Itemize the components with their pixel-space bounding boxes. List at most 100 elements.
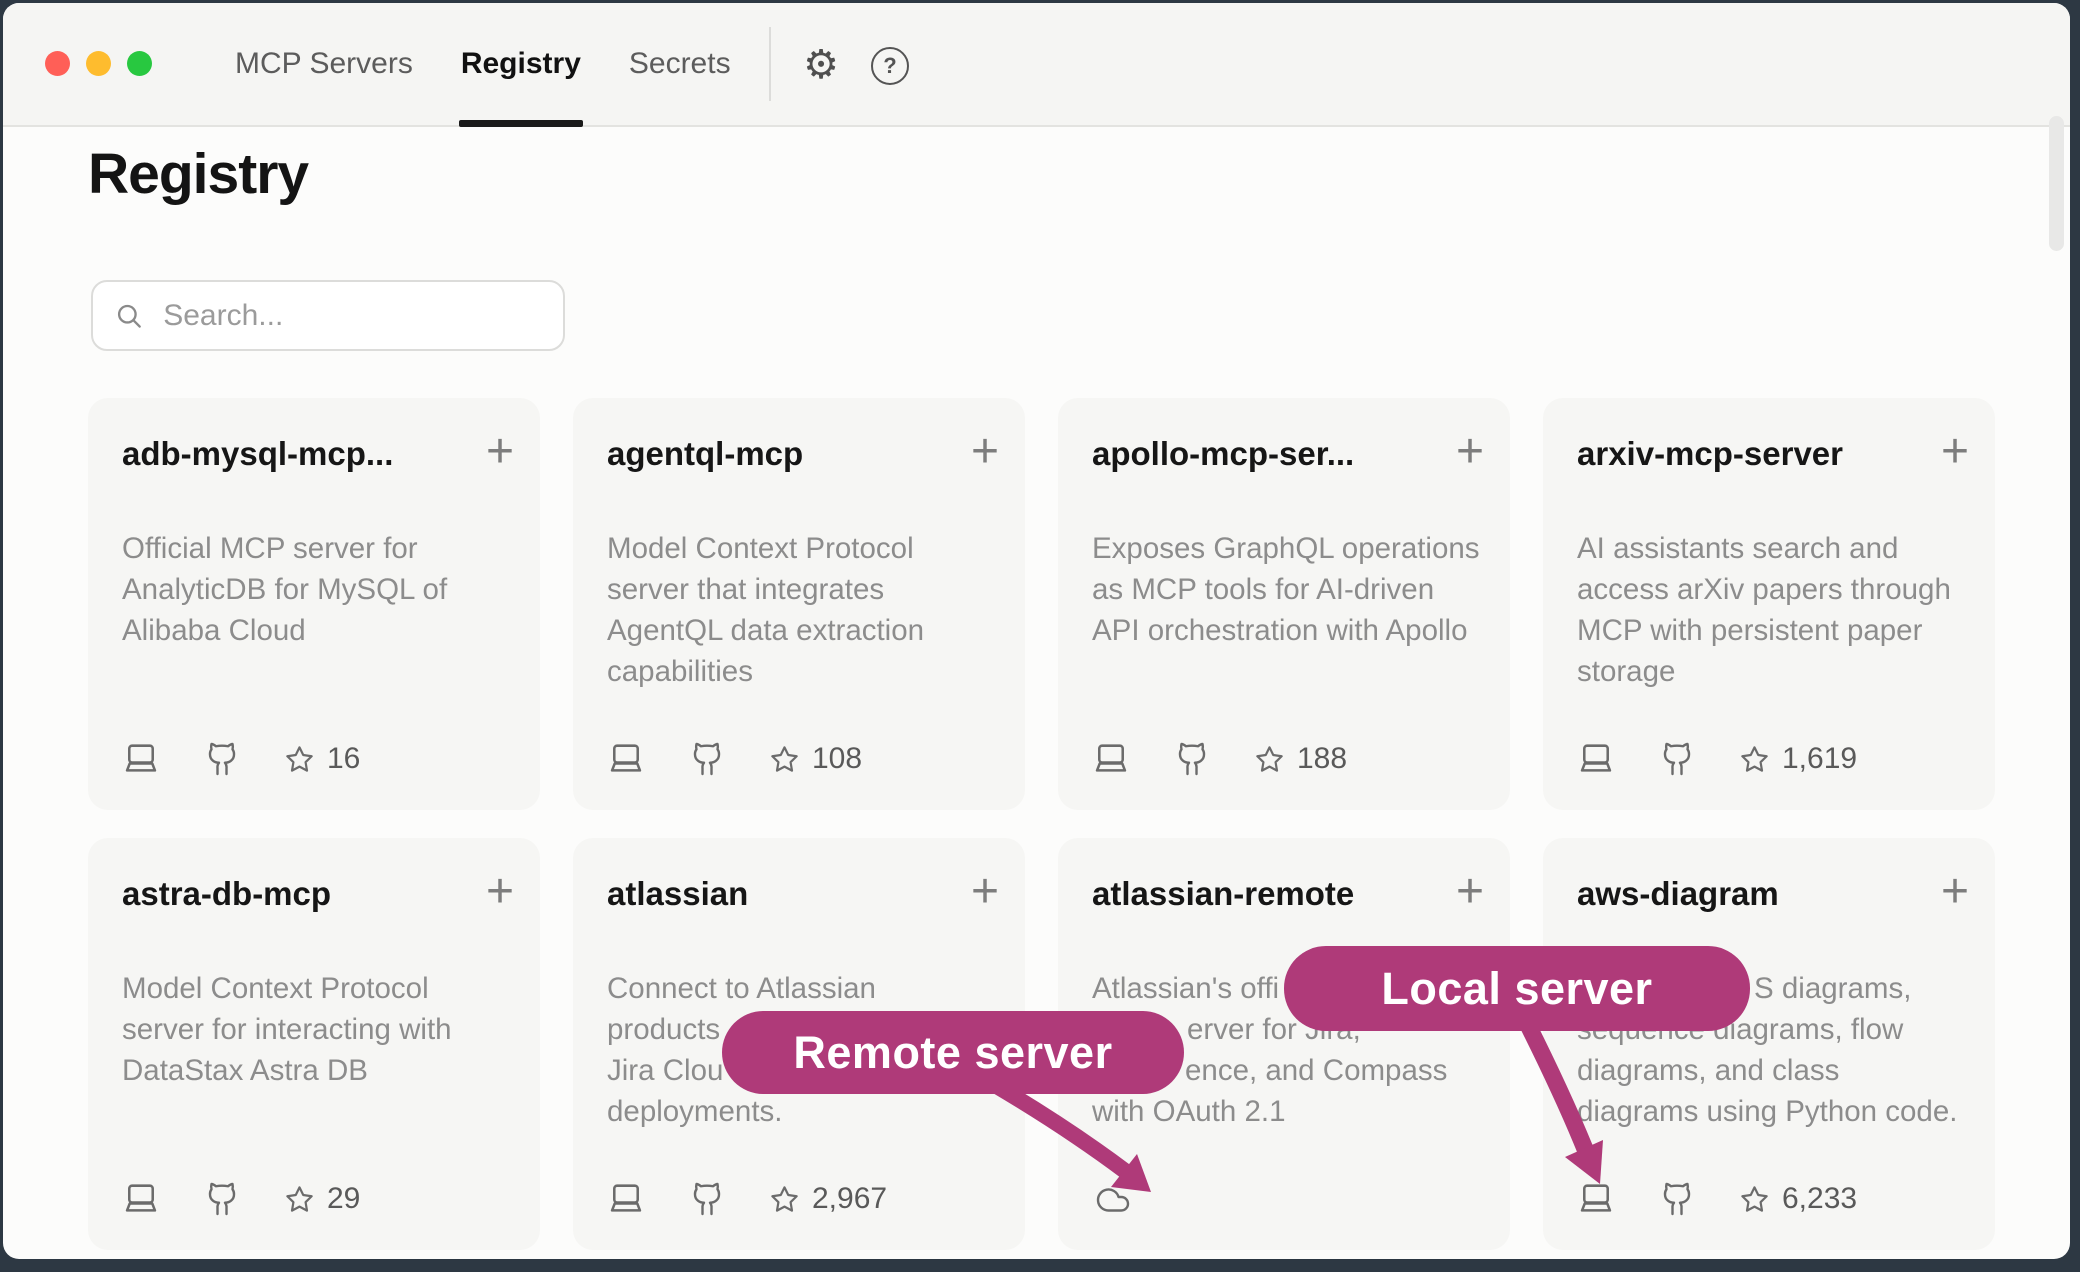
header-tabs: MCP Servers Registry Secrets	[235, 3, 731, 125]
page-title: Registry	[88, 141, 308, 207]
card-description: Official MCP server forAnalyticDB for My…	[122, 528, 520, 651]
card-description-line: MCP with persistent paper	[1577, 610, 1975, 651]
server-card[interactable]: astra-db-mcp + Model Context Protocolserve…	[88, 838, 540, 1250]
laptop-icon	[122, 1180, 160, 1218]
star-icon	[1254, 744, 1285, 775]
card-description: AI assistants search andaccess arXiv pap…	[1577, 528, 1975, 692]
scrollbar-thumb[interactable]	[2049, 116, 2064, 251]
server-card[interactable]: agentql-mcp + Model Context Protocolserver…	[573, 398, 1025, 810]
zoom-button[interactable]	[127, 51, 152, 76]
laptop-icon	[607, 740, 645, 778]
add-server-button[interactable]: +	[971, 434, 999, 470]
card-header: aws-diagram+	[1577, 874, 1969, 914]
add-server-button[interactable]: +	[1941, 434, 1969, 470]
add-server-button[interactable]: +	[1456, 874, 1484, 910]
laptop-icon	[607, 1180, 645, 1218]
card-description: Model Context Protocolserver that integr…	[607, 528, 1005, 692]
star-count: 2,967	[812, 1182, 887, 1216]
server-card[interactable]: aws-diagram+S diagrams,sequence diagrams…	[1543, 838, 1995, 1250]
card-title: arxiv-mcp-server	[1577, 434, 1843, 474]
card-footer: 2,967	[607, 1180, 887, 1218]
server-card[interactable]: adb-mysql-mcp... + Official MCP server for…	[88, 398, 540, 810]
github-icon[interactable]	[204, 741, 240, 777]
add-server-button[interactable]: +	[971, 874, 999, 910]
star-count-group: 2,967	[769, 1182, 887, 1216]
card-description-line: storage	[1577, 651, 1975, 692]
github-icon[interactable]	[689, 1181, 725, 1217]
card-description-line: Connect to Atlassian	[607, 968, 1005, 1009]
card-description-line: deployments.	[607, 1091, 1005, 1132]
card-title: agentql-mcp	[607, 434, 803, 474]
card-title: apollo-mcp-ser...	[1092, 434, 1354, 474]
github-icon[interactable]	[1174, 741, 1210, 777]
card-description-line: diagrams, and class	[1577, 1050, 1975, 1091]
laptop-icon	[1577, 740, 1615, 778]
card-title: adb-mysql-mcp...	[122, 434, 393, 474]
help-icon[interactable]: ?	[871, 47, 909, 85]
card-description-line: as MCP tools for AI-driven	[1092, 569, 1490, 610]
card-description-line: with OAuth 2.1	[1092, 1091, 1490, 1132]
card-title: astra-db-mcp	[122, 874, 331, 914]
star-count-group: 1,619	[1739, 742, 1857, 776]
card-description-line: Exposes GraphQL operations	[1092, 528, 1490, 569]
card-description-line: Model Context Protocol	[607, 528, 1005, 569]
minimize-button[interactable]	[86, 51, 111, 76]
card-footer	[1092, 1182, 1134, 1218]
card-description-line: Model Context Protocol	[122, 968, 520, 1009]
card-description: Model Context Protocolserver for interac…	[122, 968, 520, 1091]
card-title: atlassian	[607, 874, 748, 914]
card-description-line: capabilities	[607, 651, 1005, 692]
add-server-button[interactable]: +	[1456, 434, 1484, 470]
github-icon[interactable]	[204, 1181, 240, 1217]
card-description-line: AI assistants search and	[1577, 528, 1975, 569]
title-bar: MCP Servers Registry Secrets ⚙ ?	[3, 3, 2070, 127]
card-description-line: diagrams using Python code.	[1577, 1091, 1975, 1132]
laptop-icon	[1092, 740, 1130, 778]
card-header: astra-db-mcp +	[122, 874, 514, 914]
tab-registry[interactable]: Registry	[461, 3, 581, 125]
settings-gear-icon[interactable]: ⚙	[799, 41, 843, 89]
card-description-line: DataStax Astra DB	[122, 1050, 520, 1091]
star-count-group: 16	[284, 742, 360, 776]
star-count-group: 108	[769, 742, 862, 776]
local-server-callout: Local server	[1284, 946, 1750, 1031]
tab-mcp-servers[interactable]: MCP Servers	[235, 3, 413, 125]
search-input[interactable]	[161, 298, 541, 334]
card-footer: 188	[1092, 740, 1347, 778]
add-server-button[interactable]: +	[1941, 874, 1969, 910]
app-window: MCP Servers Registry Secrets ⚙ ? Registr…	[3, 3, 2070, 1259]
card-footer: 108	[607, 740, 862, 778]
star-count-group: 188	[1254, 742, 1347, 776]
add-server-button[interactable]: +	[486, 874, 514, 910]
star-count: 16	[327, 742, 360, 776]
server-card[interactable]: arxiv-mcp-server + AI assistants search an…	[1543, 398, 1995, 810]
star-icon	[769, 1184, 800, 1215]
card-title: atlassian-remote	[1092, 874, 1354, 914]
github-icon[interactable]	[1659, 741, 1695, 777]
card-description-line: AnalyticDB for MySQL of	[122, 569, 520, 610]
star-count: 6,233	[1782, 1182, 1857, 1216]
github-icon[interactable]	[689, 741, 725, 777]
traffic-lights	[45, 51, 152, 76]
remote-server-callout: Remote server	[722, 1011, 1184, 1094]
add-server-button[interactable]: +	[486, 434, 514, 470]
server-card[interactable]: apollo-mcp-ser... + Exposes GraphQL operat…	[1058, 398, 1510, 810]
cloud-icon	[1092, 1182, 1134, 1218]
tab-secrets[interactable]: Secrets	[629, 3, 731, 125]
card-header: atlassian-remote +	[1092, 874, 1484, 914]
star-count: 29	[327, 1182, 360, 1216]
star-icon	[769, 744, 800, 775]
star-count-group: 6,233	[1739, 1182, 1857, 1216]
star-icon	[1739, 1184, 1770, 1215]
card-footer: 1,619	[1577, 740, 1857, 778]
active-tab-underline	[459, 120, 583, 127]
close-button[interactable]	[45, 51, 70, 76]
card-description-line: access arXiv papers through	[1577, 569, 1975, 610]
github-icon[interactable]	[1659, 1181, 1695, 1217]
card-description-line: server for interacting with	[122, 1009, 520, 1050]
star-count: 108	[812, 742, 862, 776]
card-header: atlassian +	[607, 874, 999, 914]
card-description-line: Official MCP server for	[122, 528, 520, 569]
star-count-group: 29	[284, 1182, 360, 1216]
card-description-line: API orchestration with Apollo	[1092, 610, 1490, 651]
